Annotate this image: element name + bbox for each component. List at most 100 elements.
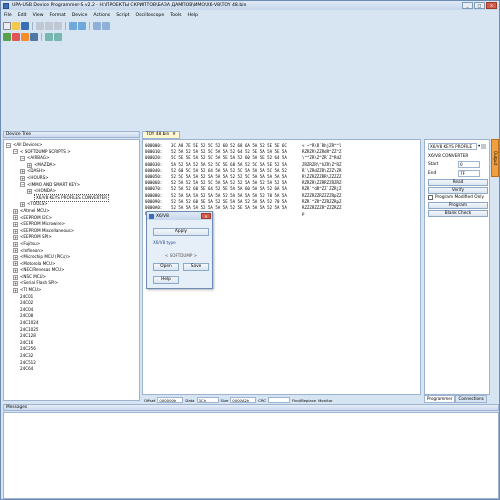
menu-help[interactable]: Help bbox=[188, 13, 198, 18]
save-icon[interactable] bbox=[21, 22, 29, 30]
tree-item[interactable]: 24C512 bbox=[4, 360, 139, 367]
help-button[interactable]: Help bbox=[153, 276, 179, 284]
expand-icon[interactable]: + bbox=[20, 169, 25, 175]
menu-oscilloscope[interactable]: Oscilloscope bbox=[136, 13, 165, 18]
apply-button[interactable]: Apply bbox=[153, 228, 209, 236]
tree-item[interactable]: 24C04 bbox=[4, 307, 139, 314]
menu-actions[interactable]: Actions bbox=[93, 13, 110, 18]
read-button[interactable]: Read bbox=[428, 179, 488, 186]
expand-icon[interactable]: + bbox=[13, 248, 18, 254]
menu-tools[interactable]: Tools bbox=[170, 13, 181, 18]
expand-icon[interactable]: + bbox=[27, 162, 32, 168]
expand-icon[interactable]: + bbox=[13, 235, 18, 241]
tree-item[interactable]: 24C32 bbox=[4, 353, 139, 360]
program-device-icon[interactable] bbox=[12, 33, 20, 41]
expand-icon[interactable]: + bbox=[13, 221, 18, 227]
expand-icon[interactable]: + bbox=[13, 254, 18, 260]
menu-device[interactable]: Device bbox=[72, 13, 88, 18]
tree-item[interactable]: + <HOURS> bbox=[4, 175, 139, 182]
tree-item[interactable]: − < SOFTDUMP SCRIPTS > bbox=[4, 149, 139, 156]
crc-field[interactable] bbox=[268, 397, 291, 403]
expand-icon[interactable]: + bbox=[13, 241, 18, 247]
close-button[interactable]: ✕ bbox=[486, 2, 497, 9]
modified-only-checkbox[interactable] bbox=[428, 195, 433, 200]
cut-icon[interactable] bbox=[36, 22, 44, 30]
collapse-icon[interactable]: − bbox=[13, 149, 18, 155]
tree-item[interactable]: 24C1025 bbox=[4, 327, 139, 334]
size-field[interactable]: 0000A2h bbox=[230, 397, 257, 403]
menu-format[interactable]: Format bbox=[50, 13, 66, 18]
tree-item[interactable]: + <Serial Flash SPI> bbox=[4, 280, 139, 287]
tab-programmer[interactable]: Programmer bbox=[424, 395, 456, 403]
tree-item[interactable]: 24C64 bbox=[4, 366, 139, 373]
output-side-tab[interactable]: Output bbox=[491, 139, 499, 177]
tree-item[interactable]: 24C1024 bbox=[4, 320, 139, 327]
tree-item[interactable]: + <EEPROM SPI> bbox=[4, 234, 139, 241]
tree-item[interactable]: 24C02 bbox=[4, 300, 139, 307]
tree-item[interactable]: + <Microchip MCU (PICs)> bbox=[4, 254, 139, 261]
redo-icon[interactable] bbox=[78, 22, 86, 30]
profile-select[interactable]: X6/V8 KEYS PROFILE bbox=[428, 143, 477, 150]
expand-icon[interactable]: + bbox=[13, 274, 18, 280]
tree-item[interactable]: − <AIRBAG> bbox=[4, 155, 139, 162]
menu-view[interactable]: View bbox=[33, 13, 44, 18]
copy-icon[interactable] bbox=[45, 22, 53, 30]
read-device-icon[interactable] bbox=[3, 33, 11, 41]
find-icon[interactable] bbox=[93, 22, 101, 30]
expand-icon[interactable]: + bbox=[20, 175, 25, 181]
script-icon[interactable] bbox=[45, 33, 53, 41]
new-file-icon[interactable] bbox=[3, 22, 11, 30]
menu-script[interactable]: Script bbox=[116, 13, 129, 18]
tree-item[interactable]: + <NEC/Renesas MCU> bbox=[4, 267, 139, 274]
chevron-down-icon[interactable]: ▾ bbox=[478, 144, 480, 149]
end-input[interactable]: 7F bbox=[458, 170, 480, 177]
blank-check-icon[interactable] bbox=[30, 33, 38, 41]
tab-connections[interactable]: Connections bbox=[455, 395, 487, 403]
tree-item[interactable]: + <Motorola MCU> bbox=[4, 261, 139, 268]
data-field[interactable]: 3Ch bbox=[196, 397, 219, 403]
collapse-icon[interactable]: − bbox=[20, 182, 25, 188]
tree-item[interactable]: + <Fujitsu> bbox=[4, 241, 139, 248]
collapse-icon[interactable]: − bbox=[20, 155, 25, 161]
menu-file[interactable]: File bbox=[4, 13, 12, 18]
monitor-tab[interactable]: Monitor bbox=[318, 398, 332, 403]
expand-icon[interactable]: + bbox=[13, 208, 18, 214]
tree-item[interactable]: 24C256 bbox=[4, 346, 139, 353]
minimize-button[interactable]: _ bbox=[462, 2, 473, 9]
maximize-button[interactable]: □ bbox=[474, 2, 485, 9]
expand-icon[interactable]: + bbox=[13, 228, 18, 234]
expand-icon[interactable]: + bbox=[27, 188, 32, 194]
tree-item[interactable]: + <NSC MCU> bbox=[4, 274, 139, 281]
tree-item[interactable]: 24C128 bbox=[4, 333, 139, 340]
tree-item[interactable]: 24C01 bbox=[4, 294, 139, 301]
settings-icon[interactable] bbox=[481, 144, 486, 149]
tree-item[interactable]: + <DASH> bbox=[4, 168, 139, 175]
tree-item[interactable]: − <All Devices> bbox=[4, 142, 139, 149]
menu-edit[interactable]: Edit bbox=[18, 13, 27, 18]
close-tab-icon[interactable]: ✕ bbox=[172, 132, 176, 138]
tab-document[interactable]: TOY 48.bin ✕ bbox=[142, 131, 180, 139]
tree-item[interactable]: + <Atmel MCU> bbox=[4, 208, 139, 215]
paste-icon[interactable] bbox=[54, 22, 62, 30]
collapse-icon[interactable]: − bbox=[6, 142, 11, 148]
find-replace-tab[interactable]: Find/Replace bbox=[292, 398, 316, 403]
save-button[interactable]: Save bbox=[183, 263, 209, 271]
blank-check-button[interactable]: Blank Check bbox=[428, 210, 488, 217]
tree-item[interactable]: + <TI MCU> bbox=[4, 287, 139, 294]
tree-item[interactable]: + <Infineon> bbox=[4, 248, 139, 255]
tree-item[interactable]: + <EEPROM Miscellaneous> bbox=[4, 228, 139, 235]
tree-item-selected[interactable]: X6/V8 KEYS PROFILES CONVERTER bbox=[4, 193, 139, 203]
expand-icon[interactable]: + bbox=[13, 268, 18, 274]
undo-icon[interactable] bbox=[69, 22, 77, 30]
expand-icon[interactable]: + bbox=[13, 261, 18, 267]
tree-item[interactable]: + <MAZDA> bbox=[4, 162, 139, 169]
open-folder-icon[interactable] bbox=[12, 22, 20, 30]
dialog-close-button[interactable]: ✕ bbox=[201, 213, 211, 219]
tree-item[interactable]: + <EEPROM Microwire> bbox=[4, 221, 139, 228]
offset-field[interactable]: 000000h bbox=[157, 397, 184, 403]
verify-button[interactable]: Verify bbox=[428, 187, 488, 194]
tree-item[interactable]: + <EEPROM I2C> bbox=[4, 215, 139, 222]
start-input[interactable]: 0 bbox=[458, 161, 480, 168]
expand-icon[interactable]: + bbox=[13, 281, 18, 287]
goto-icon[interactable] bbox=[102, 22, 110, 30]
